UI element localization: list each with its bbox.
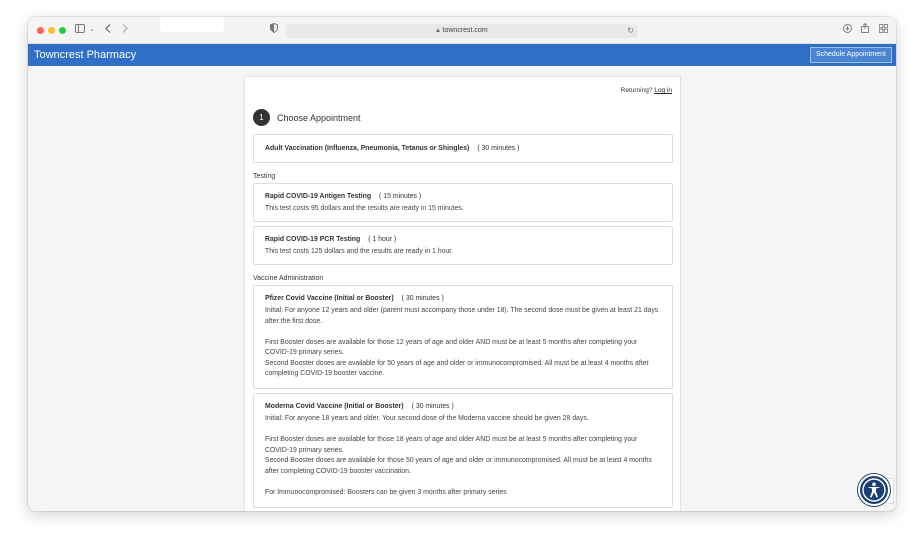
service-card-adult-vaccination[interactable]: Adult Vaccination (Influenza, Pneumonia,…: [253, 134, 673, 163]
service-name: Adult Vaccination (Influenza, Pneumonia,…: [265, 145, 470, 152]
browser-toolbar: ⌄ 🔒︎ towncrest.com ↻: [28, 17, 896, 44]
service-name: Rapid COVID-19 Antigen Testing: [265, 193, 372, 200]
login-link[interactable]: Log in: [654, 87, 672, 94]
brand-name[interactable]: Towncrest Pharmacy: [34, 48, 136, 62]
section-label-vaccine-administration: Vaccine Administration: [253, 275, 324, 282]
service-card-pfizer-vaccine[interactable]: Pfizer Covid Vaccine (Initial or Booster…: [253, 285, 673, 389]
lock-icon: 🔒︎: [436, 28, 440, 34]
service-duration: ( 30 minutes ): [411, 403, 454, 410]
returning-text: Returning?: [620, 87, 653, 94]
close-window-button[interactable]: [37, 27, 44, 34]
second-booster-text: Second Booster doses are available for 5…: [265, 359, 649, 378]
service-name: Moderna Covid Vaccine (Initial or Booste…: [265, 403, 404, 410]
download-icon[interactable]: [842, 23, 852, 37]
step-title: Choose Appointment: [277, 113, 361, 123]
service-card-antigen-testing[interactable]: Rapid COVID-19 Antigen Testing ( 15 minut…: [253, 183, 673, 222]
service-duration: ( 30 minutes ): [401, 295, 444, 302]
service-card-moderna-vaccine[interactable]: Moderna Covid Vaccine (Initial or Booste…: [253, 393, 673, 508]
service-card-pcr-testing[interactable]: Rapid COVID-19 PCR Testing ( 1 hour ) Thi…: [253, 226, 673, 265]
chevron-right-icon[interactable]: [120, 23, 130, 37]
step-number-badge: 1: [253, 109, 270, 126]
site-header: Towncrest Pharmacy Schedule Appointment: [28, 44, 896, 66]
schedule-appointment-button[interactable]: Schedule Appointment: [809, 47, 892, 63]
chevron-down-icon[interactable]: ⌄: [88, 23, 96, 37]
chevron-left-icon[interactable]: [103, 23, 113, 37]
second-booster-text: Second Booster doses are available for t…: [265, 457, 652, 475]
initial-dose-text: Initial: For anyone 12 years and older (…: [265, 307, 659, 325]
service-description: Initial: For anyone 18 years and older. …: [265, 414, 661, 498]
service-duration: ( 15 minutes ): [379, 193, 422, 200]
returning-prompt: Returning? Log in: [621, 87, 672, 94]
browser-tab[interactable]: [160, 17, 224, 32]
first-booster-text: First Booster doses are available for th…: [265, 436, 638, 454]
accessibility-icon[interactable]: [858, 474, 890, 506]
tab-overview-icon[interactable]: [878, 23, 888, 37]
share-icon[interactable]: [860, 22, 870, 37]
service-description: This test costs 125 dollars and the resu…: [265, 248, 454, 255]
service-duration: ( 30 minutes ): [477, 145, 520, 152]
shield-icon[interactable]: [269, 22, 279, 37]
appointment-panel: Returning? Log in 1 Choose Appointment A…: [244, 76, 681, 511]
accessibility-widget[interactable]: [858, 474, 894, 506]
immunocompromised-text: For Immunocompromised: Boosters can be g…: [265, 488, 507, 496]
address-bar[interactable]: 🔒︎ towncrest.com ↻: [286, 24, 638, 38]
service-description: This test costs 95 dollars and the resul…: [265, 205, 464, 212]
browser-window: ⌄ 🔒︎ towncrest.com ↻ Towncrest Pharmacy S…: [28, 17, 896, 511]
sidebar-icon[interactable]: [74, 23, 86, 37]
service-name: Rapid COVID-19 PCR Testing: [265, 236, 361, 243]
section-label-testing: Testing: [253, 173, 276, 180]
minimize-window-button[interactable]: [48, 27, 55, 34]
first-booster-text: First Booster doses are available for th…: [265, 338, 638, 357]
service-duration: ( 1 hour ): [368, 236, 397, 243]
reload-icon[interactable]: ↻: [627, 24, 634, 38]
service-name: Pfizer Covid Vaccine (Initial or Booster…: [265, 295, 394, 302]
zoom-window-button[interactable]: [59, 27, 66, 34]
initial-dose-text: Initial: For anyone 18 years and older. …: [265, 415, 589, 422]
url-text: towncrest.com: [442, 27, 488, 34]
service-description: Initial: For anyone 12 years and older (…: [265, 306, 661, 380]
